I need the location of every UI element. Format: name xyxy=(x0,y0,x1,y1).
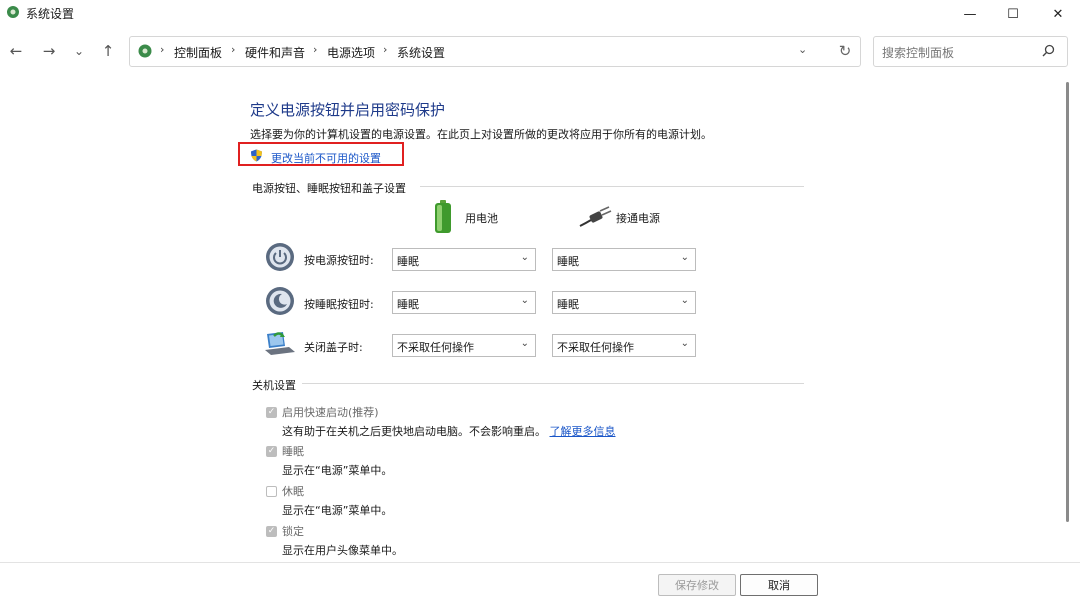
change-unavailable-settings-link[interactable]: 更改当前不可用的设置 xyxy=(271,150,381,166)
lock-checkbox[interactable]: ✓ xyxy=(266,526,277,537)
search-icon[interactable] xyxy=(1040,43,1056,59)
maximize-button[interactable]: ☐ xyxy=(990,0,1036,28)
fast-startup-description: 这有助于在关机之后更快地启动电脑。不会影响重启。 了解更多信息 xyxy=(282,423,616,439)
power-button-label: 按电源按钮时: xyxy=(304,254,374,267)
select-value: 不采取任何操作 xyxy=(557,341,634,354)
chevron-down-icon: ⌄ xyxy=(680,338,689,349)
lock-option-label: 锁定 xyxy=(282,525,304,538)
hibernate-checkbox[interactable] xyxy=(266,486,277,497)
back-arrow-icon[interactable]: ← xyxy=(5,40,27,62)
sleep-button-label: 按睡眠按钮时: xyxy=(304,298,374,311)
power-button-battery-select[interactable]: 睡眠 ⌄ xyxy=(392,248,536,271)
close-lid-battery-select[interactable]: 不采取任何操作 ⌄ xyxy=(392,334,536,357)
breadcrumb-power-options[interactable]: 电源选项 xyxy=(327,44,375,61)
learn-more-link[interactable]: 了解更多信息 xyxy=(550,425,616,438)
uac-shield-icon xyxy=(251,149,262,162)
select-value: 睡眠 xyxy=(557,255,579,268)
section-divider xyxy=(302,383,804,384)
window-title: 系统设置 xyxy=(26,7,75,21)
sleep-button-battery-select[interactable]: 睡眠 ⌄ xyxy=(392,291,536,314)
sleep-option-label: 睡眠 xyxy=(282,445,304,458)
minimize-button[interactable]: — xyxy=(947,0,993,28)
forward-arrow-icon[interactable]: → xyxy=(38,40,60,62)
section-title-shutdown: 关机设置 xyxy=(252,379,296,392)
control-panel-icon xyxy=(7,6,19,18)
fast-startup-desc-text: 这有助于在关机之后更快地启动电脑。不会影响重启。 xyxy=(282,425,546,438)
section-title-buttons: 电源按钮、睡眠按钮和盖子设置 xyxy=(252,182,406,195)
battery-icon xyxy=(435,200,451,233)
fast-startup-label: 启用快速启动(推荐) xyxy=(282,406,379,419)
column-header-battery: 用电池 xyxy=(465,212,498,225)
power-button-plugged-select[interactable]: 睡眠 ⌄ xyxy=(552,248,696,271)
save-changes-button[interactable]: 保存修改 xyxy=(658,574,736,596)
breadcrumb-separator: › xyxy=(160,43,165,56)
scrollbar-thumb[interactable] xyxy=(1066,82,1069,522)
search-placeholder: 搜索控制面板 xyxy=(882,46,955,60)
refresh-icon[interactable]: ↻ xyxy=(834,38,856,64)
sleep-checkbox[interactable]: ✓ xyxy=(266,446,277,457)
close-lid-plugged-select[interactable]: 不采取任何操作 ⌄ xyxy=(552,334,696,357)
address-bar[interactable] xyxy=(129,36,861,67)
select-value: 不采取任何操作 xyxy=(397,341,474,354)
power-plug-icon xyxy=(579,206,612,227)
select-value: 睡眠 xyxy=(397,255,419,268)
sleep-option-description: 显示在“电源”菜单中。 xyxy=(282,464,393,477)
sleep-button-icon xyxy=(266,287,294,315)
chevron-down-icon: ⌄ xyxy=(680,295,689,306)
select-value: 睡眠 xyxy=(557,298,579,311)
section-divider xyxy=(420,186,804,187)
breadcrumb-separator: › xyxy=(231,43,236,56)
chevron-down-icon: ⌄ xyxy=(520,338,529,349)
up-arrow-icon[interactable]: ↑ xyxy=(97,40,119,62)
breadcrumb-separator: › xyxy=(313,43,318,56)
lock-option-description: 显示在用户头像菜单中。 xyxy=(282,544,403,557)
chevron-down-icon: ⌄ xyxy=(680,252,689,263)
close-button[interactable]: ✕ xyxy=(1035,0,1080,28)
close-lid-label: 关闭盖子时: xyxy=(304,341,363,354)
title-bar xyxy=(0,0,1080,28)
power-button-icon xyxy=(266,243,294,271)
control-panel-icon xyxy=(138,44,152,58)
footer-divider xyxy=(0,562,1080,563)
chevron-down-icon: ⌄ xyxy=(520,295,529,306)
hibernate-option-label: 休眠 xyxy=(282,485,304,498)
address-dropdown-icon[interactable]: ⌄ xyxy=(798,43,807,56)
breadcrumb-hardware-sound[interactable]: 硬件和声音 xyxy=(245,44,305,61)
select-value: 睡眠 xyxy=(397,298,419,311)
breadcrumb-separator: › xyxy=(383,43,388,56)
recent-locations-icon[interactable]: ⌄ xyxy=(68,40,90,62)
hibernate-option-description: 显示在“电源”菜单中。 xyxy=(282,504,393,517)
cancel-button[interactable]: 取消 xyxy=(740,574,818,596)
laptop-lid-icon xyxy=(265,332,295,355)
breadcrumb-control-panel[interactable]: 控制面板 xyxy=(174,44,222,61)
page-description: 选择要为你的计算机设置的电源设置。在此页上对设置所做的更改将应用于你所有的电源计… xyxy=(250,128,712,141)
fast-startup-checkbox[interactable]: ✓ xyxy=(266,407,277,418)
chevron-down-icon: ⌄ xyxy=(520,252,529,263)
page-title: 定义电源按钮并启用密码保护 xyxy=(250,101,446,119)
sleep-button-plugged-select[interactable]: 睡眠 ⌄ xyxy=(552,291,696,314)
breadcrumb-system-settings[interactable]: 系统设置 xyxy=(397,44,445,61)
column-header-plugged-in: 接通电源 xyxy=(616,212,660,225)
